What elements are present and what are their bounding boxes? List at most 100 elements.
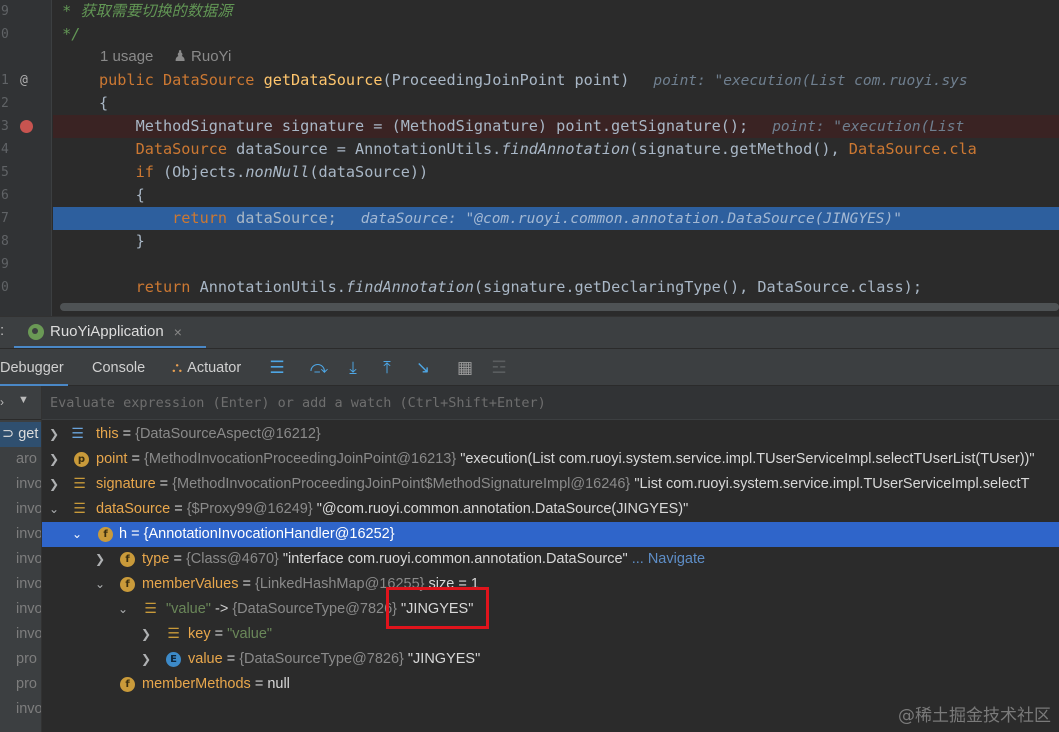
line-number: 3 <box>0 115 52 138</box>
code-line[interactable]: } <box>53 230 1059 253</box>
line-number: 5 <box>1 165 9 180</box>
frame-item[interactable]: pro <box>0 672 41 697</box>
evaluate-expression-input[interactable] <box>50 392 950 414</box>
code-line[interactable]: { <box>53 92 1059 115</box>
list-icon: ☰ <box>73 501 86 517</box>
frames-toolbar: › ▼ <box>0 386 41 420</box>
code-line[interactable]: return AnnotationUtils.findAnnotation(si… <box>53 276 1059 299</box>
chevron-down-icon[interactable]: ⌄ <box>93 572 107 597</box>
frame-item[interactable]: invo <box>0 472 41 497</box>
line-gutter[interactable]: 9 0 1 @ 2 3 4 5 6 7 8 9 0 <box>0 0 52 316</box>
override-marker-icon[interactable]: @ <box>20 69 28 92</box>
frame-item[interactable]: invo <box>0 522 41 547</box>
list-icon: ☰ <box>167 626 180 642</box>
frames-panel: › ▼ ⊃ get aro invo invo invo invo invo i… <box>0 386 42 732</box>
tab-actuator[interactable]: ⛬ Actuator <box>172 349 241 387</box>
variable-row[interactable]: ⌄ ☰ dataSource = {$Proxy99@16249} "@com.… <box>42 497 1059 522</box>
watermark: @稀土掘金技术社区 <box>898 706 1051 726</box>
breakpoint-icon[interactable] <box>20 120 33 133</box>
run-to-cursor-icon[interactable]: ↘ <box>412 357 434 379</box>
chevron-down-icon[interactable]: ⌄ <box>116 597 130 622</box>
chevron-right-icon[interactable]: › <box>0 395 4 409</box>
line-number: 6 <box>1 188 9 203</box>
variable-row[interactable]: ❯ ☰ signature = {MethodInvocationProceed… <box>42 472 1059 497</box>
horizontal-scrollbar[interactable] <box>60 303 1059 311</box>
tab-prefix: : <box>0 322 5 339</box>
tab-label: RuoYiApplication <box>50 323 164 340</box>
variable-row[interactable]: ❯ E value = {DataSourceType@7826} "JINGY… <box>42 647 1059 672</box>
variable-row[interactable]: ⌄ f memberValues = {LinkedHashMap@16255}… <box>42 572 1059 597</box>
hamburger-icon[interactable]: ☰ <box>266 357 288 379</box>
frame-item[interactable]: invo <box>0 597 41 622</box>
variable-row-selected[interactable]: ⌄ f h = {AnnotationInvocationHandler@162… <box>42 522 1059 547</box>
list-icon: ☰ <box>73 476 86 492</box>
dropdown-arrow-icon[interactable]: ▼ <box>18 394 29 406</box>
variable-row[interactable]: ❯ ☰ key = "value" <box>42 622 1059 647</box>
frame-item[interactable]: aro <box>0 447 41 472</box>
step-over-icon[interactable]: ⤼ <box>308 357 330 379</box>
chevron-right-icon[interactable]: ❯ <box>47 447 61 472</box>
chevron-right-icon[interactable]: ❯ <box>139 622 153 647</box>
chevron-right-icon[interactable]: ❯ <box>47 422 61 447</box>
inline-value-hint: point: "execution(List <box>772 119 965 135</box>
trace-icon[interactable]: ☲ <box>488 357 510 379</box>
step-out-icon[interactable]: ⤒ <box>376 357 398 379</box>
close-icon[interactable]: × <box>174 324 182 340</box>
highlight-box <box>386 587 489 629</box>
tab-debugger[interactable]: Debugger <box>0 349 68 387</box>
field-icon: f <box>120 677 135 692</box>
tab-ruoyi-application[interactable]: RuoYiApplication × <box>14 317 206 349</box>
parameter-icon: p <box>74 452 89 467</box>
frame-item[interactable]: invo <box>0 572 41 597</box>
run-tab-bar: : RuoYiApplication × <box>0 316 1059 349</box>
field-icon: f <box>120 577 135 592</box>
frame-item[interactable]: pro <box>0 647 41 672</box>
step-into-icon[interactable]: ⤓ <box>342 357 364 379</box>
enum-icon: E <box>166 652 181 667</box>
code-line-current[interactable]: return dataSource; dataSource: "@com.ruoy… <box>53 207 1059 230</box>
chevron-down-icon[interactable]: ⌄ <box>70 522 84 547</box>
inline-value-hint: point: "execution(List com.ruoyi.sys <box>653 73 968 89</box>
code-line-breakpoint[interactable]: MethodSignature signature = (MethodSigna… <box>53 115 1059 138</box>
line-number: 1 @ <box>0 69 52 92</box>
evaluate-bar <box>42 386 1059 420</box>
person-icon: ♟ <box>173 48 192 65</box>
tab-console[interactable]: Console <box>92 349 145 387</box>
frame-icon: ⊃ <box>2 426 19 442</box>
code-editor[interactable]: 9 0 1 @ 2 3 4 5 6 7 8 9 0 * 获取需要切换的数据源 */… <box>0 0 1059 316</box>
map-entry-icon: ☰ <box>144 601 157 617</box>
line-number: 9 <box>1 257 9 272</box>
variable-row[interactable]: ❯ f type = {Class@4670} "interface com.r… <box>42 547 1059 572</box>
field-icon: f <box>98 527 113 542</box>
code-line[interactable]: if (Objects.nonNull(dataSource)) <box>53 161 1059 184</box>
frame-item[interactable]: ⊃ get <box>0 422 41 447</box>
code-line[interactable]: * 获取需要切换的数据源 <box>53 0 1059 23</box>
usage-hint[interactable]: 1 usage ♟ RuoYi <box>100 46 231 68</box>
code-line[interactable]: { <box>53 184 1059 207</box>
line-number: 0 <box>1 280 9 295</box>
chevron-down-icon[interactable]: ⌄ <box>47 497 61 522</box>
code-line[interactable]: public DataSource getDataSource(Proceedi… <box>53 69 1059 92</box>
line-number: 0 <box>1 27 9 42</box>
variable-row[interactable]: ❯ ☰ this = {DataSourceAspect@16212} <box>42 422 1059 447</box>
line-number: 7 <box>1 211 9 226</box>
chevron-right-icon[interactable]: ❯ <box>47 472 61 497</box>
variables-panel: ❯ ☰ this = {DataSourceAspect@16212} ❯ p … <box>42 386 1059 732</box>
code-line[interactable]: DataSource dataSource = AnnotationUtils.… <box>53 138 1059 161</box>
chevron-right-icon[interactable]: ❯ <box>93 547 107 572</box>
frame-item[interactable]: invo <box>0 622 41 647</box>
frame-item[interactable]: invo <box>0 697 41 722</box>
navigate-link[interactable]: ... Navigate <box>632 551 705 567</box>
variable-row[interactable]: ❯ p point = {MethodInvocationProceedingJ… <box>42 447 1059 472</box>
inline-value-hint: dataSource: "@com.ruoyi.common.annotatio… <box>360 211 902 227</box>
line-number: 4 <box>1 142 9 157</box>
field-icon: f <box>120 552 135 567</box>
code-line[interactable]: */ <box>53 23 1059 46</box>
frame-item[interactable]: invo <box>0 497 41 522</box>
variable-row[interactable]: f memberMethods = null <box>42 672 1059 697</box>
chevron-right-icon[interactable]: ❯ <box>139 647 153 672</box>
frame-item[interactable]: invo <box>0 547 41 572</box>
evaluate-table-icon[interactable]: ▦ <box>454 357 476 379</box>
debugger-toolbar: Debugger Console ⛬ Actuator ☰ ⤼ ⤓ ⤒ ↘ ▦ ☲ <box>0 348 1059 387</box>
variable-row[interactable]: ⌄ ☰ "value" -> {DataSourceType@7826} "JI… <box>42 597 1059 622</box>
